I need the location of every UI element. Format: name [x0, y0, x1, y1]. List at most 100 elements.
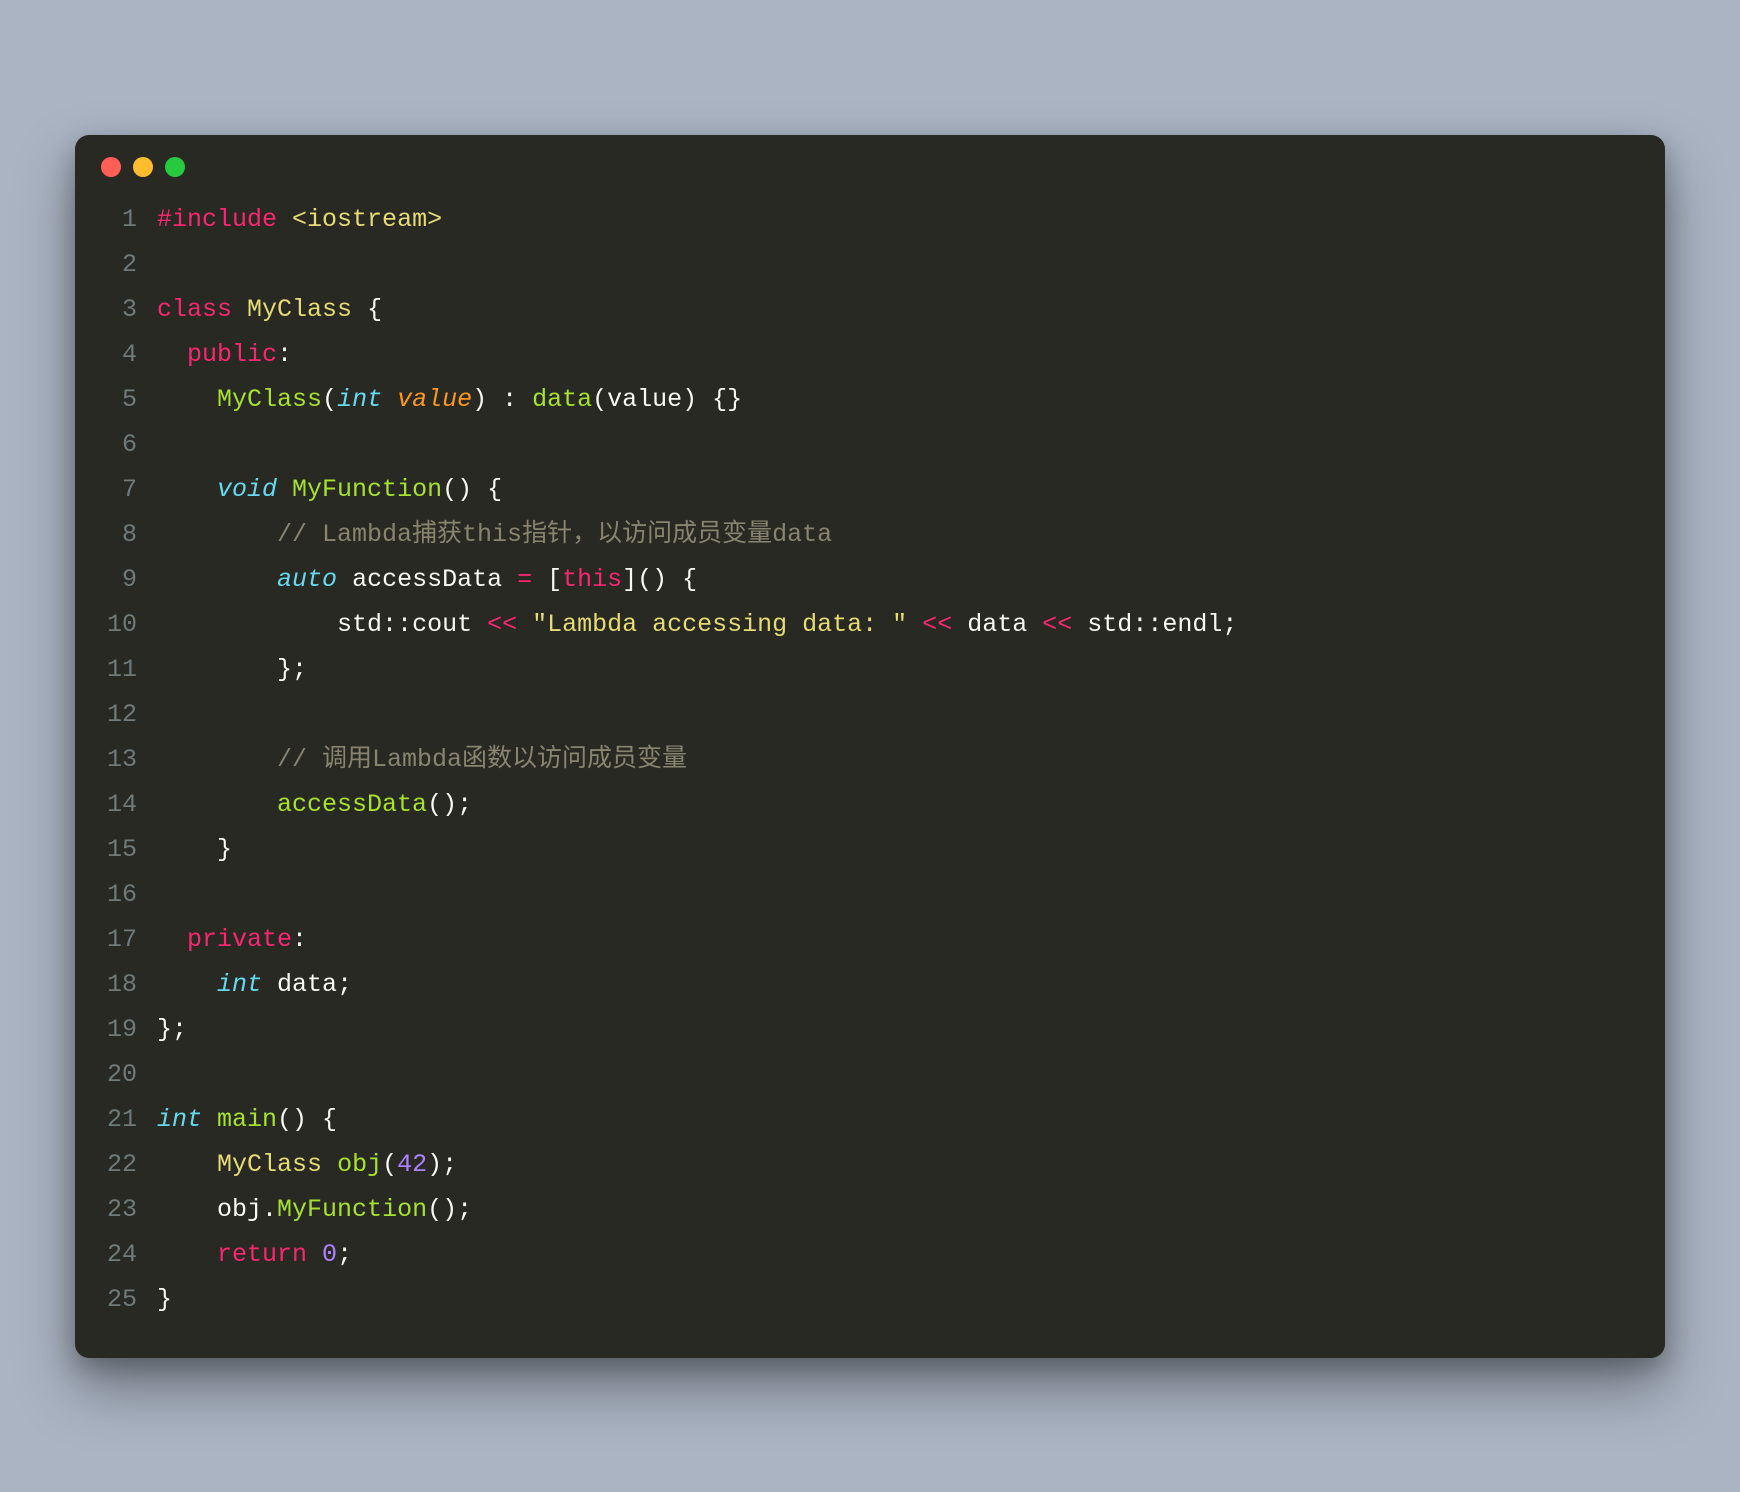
token: MyFunction: [277, 1195, 427, 1224]
code-content[interactable]: public:: [157, 332, 1641, 377]
token: ;: [1222, 610, 1237, 639]
code-line[interactable]: 19};: [99, 1007, 1641, 1052]
code-content[interactable]: void MyFunction() {: [157, 467, 1641, 512]
token: [157, 610, 337, 639]
code-line[interactable]: 1#include <iostream>: [99, 197, 1641, 242]
code-content[interactable]: [157, 422, 1641, 467]
code-content[interactable]: auto accessData = [this]() {: [157, 557, 1641, 602]
code-content[interactable]: };: [157, 1007, 1641, 1052]
line-number: 25: [99, 1277, 157, 1322]
token: accessData: [352, 565, 502, 594]
line-number: 4: [99, 332, 157, 377]
code-content[interactable]: }: [157, 1277, 1641, 1322]
token: private: [187, 925, 292, 954]
code-content[interactable]: int main() {: [157, 1097, 1641, 1142]
line-number: 17: [99, 917, 157, 962]
code-line[interactable]: 20: [99, 1052, 1641, 1097]
code-content[interactable]: class MyClass {: [157, 287, 1641, 332]
token: [157, 385, 217, 414]
token: =: [517, 565, 532, 594]
token: [517, 610, 532, 639]
code-line[interactable]: 22 MyClass obj(42);: [99, 1142, 1641, 1187]
token: MyClass: [217, 1150, 322, 1179]
code-line[interactable]: 17 private:: [99, 917, 1641, 962]
code-content[interactable]: return 0;: [157, 1232, 1641, 1277]
code-line[interactable]: 21int main() {: [99, 1097, 1641, 1142]
token: [157, 790, 277, 819]
token: main: [217, 1105, 277, 1134]
token: [157, 925, 187, 954]
code-content[interactable]: MyClass(int value) : data(value) {}: [157, 377, 1641, 422]
code-line[interactable]: 23 obj.MyFunction();: [99, 1187, 1641, 1232]
maximize-icon[interactable]: [165, 157, 185, 177]
code-content[interactable]: [157, 242, 1641, 287]
line-number: 6: [99, 422, 157, 467]
code-content[interactable]: // 调用Lambda函数以访问成员变量: [157, 737, 1641, 782]
code-content[interactable]: private:: [157, 917, 1641, 962]
code-line[interactable]: 2: [99, 242, 1641, 287]
code-content[interactable]: obj.MyFunction();: [157, 1187, 1641, 1232]
code-line[interactable]: 16: [99, 872, 1641, 917]
code-content[interactable]: [157, 872, 1641, 917]
line-number: 8: [99, 512, 157, 557]
code-content[interactable]: int data;: [157, 962, 1641, 1007]
line-number: 11: [99, 647, 157, 692]
token: [1027, 610, 1042, 639]
code-line[interactable]: 11 };: [99, 647, 1641, 692]
token: [322, 1150, 337, 1179]
code-content[interactable]: MyClass obj(42);: [157, 1142, 1641, 1187]
token: (: [382, 1150, 397, 1179]
line-number: 7: [99, 467, 157, 512]
code-content[interactable]: std::cout << "Lambda accessing data: " <…: [157, 602, 1641, 647]
code-line[interactable]: 14 accessData();: [99, 782, 1641, 827]
code-content[interactable]: accessData();: [157, 782, 1641, 827]
minimize-icon[interactable]: [133, 157, 153, 177]
code-line[interactable]: 25}: [99, 1277, 1641, 1322]
code-line[interactable]: 24 return 0;: [99, 1232, 1641, 1277]
code-content[interactable]: [157, 1052, 1641, 1097]
token: ]() {: [622, 565, 697, 594]
token: [337, 565, 352, 594]
token: () {: [442, 475, 502, 504]
token: public: [187, 340, 277, 369]
code-line[interactable]: 15 }: [99, 827, 1641, 872]
token: void: [217, 475, 277, 504]
code-line[interactable]: 18 int data;: [99, 962, 1641, 1007]
code-content[interactable]: }: [157, 827, 1641, 872]
code-content[interactable]: };: [157, 647, 1641, 692]
code-line[interactable]: 10 std::cout << "Lambda accessing data: …: [99, 602, 1641, 647]
code-line[interactable]: 7 void MyFunction() {: [99, 467, 1641, 512]
token: ;: [337, 970, 352, 999]
token: 42: [397, 1150, 427, 1179]
code-line[interactable]: 12: [99, 692, 1641, 737]
code-line[interactable]: 6: [99, 422, 1641, 467]
token: // 调用Lambda函数以访问成员变量: [277, 745, 687, 774]
code-content[interactable]: [157, 692, 1641, 737]
window-titlebar: [75, 135, 1665, 185]
token: cout: [412, 610, 472, 639]
code-line[interactable]: 4 public:: [99, 332, 1641, 377]
token: <<: [1042, 610, 1072, 639]
token: int: [157, 1105, 202, 1134]
code-line[interactable]: 3class MyClass {: [99, 287, 1641, 332]
token: ;: [337, 1240, 352, 1269]
code-line[interactable]: 8 // Lambda捕获this指针，以访问成员变量data: [99, 512, 1641, 557]
line-number: 23: [99, 1187, 157, 1232]
token: };: [157, 655, 307, 684]
code-content[interactable]: // Lambda捕获this指针，以访问成员变量data: [157, 512, 1641, 557]
code-line[interactable]: 13 // 调用Lambda函数以访问成员变量: [99, 737, 1641, 782]
code-content[interactable]: #include <iostream>: [157, 197, 1641, 242]
code-line[interactable]: 9 auto accessData = [this]() {: [99, 557, 1641, 602]
close-icon[interactable]: [101, 157, 121, 177]
token: :: [277, 340, 292, 369]
code-line[interactable]: 5 MyClass(int value) : data(value) {}: [99, 377, 1641, 422]
code-editor[interactable]: 1#include <iostream>2 3class MyClass {4 …: [75, 185, 1665, 1358]
line-number: 14: [99, 782, 157, 827]
token: }: [157, 1285, 172, 1314]
token: ) :: [472, 385, 532, 414]
token: 0: [322, 1240, 337, 1269]
token: [502, 565, 517, 594]
token: {: [352, 295, 382, 324]
token: [382, 385, 397, 414]
token: [472, 610, 487, 639]
